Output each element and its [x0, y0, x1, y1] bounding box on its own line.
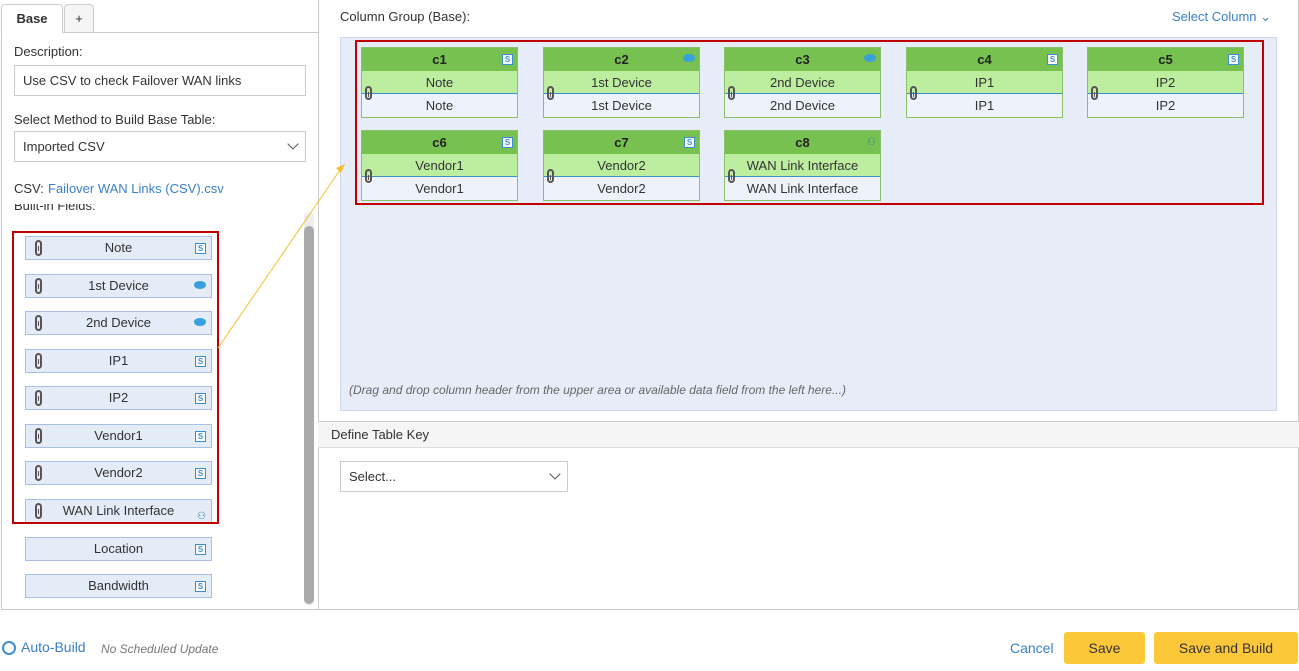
tab-add[interactable]: + — [64, 4, 94, 33]
description-label: Description: — [14, 44, 83, 59]
chevron-down-icon — [287, 138, 299, 150]
schedule-status: No Scheduled Update — [101, 642, 219, 656]
csv-file-link[interactable]: Failover WAN Links (CSV).csv — [48, 181, 224, 196]
cancel-button[interactable]: Cancel — [1010, 640, 1054, 656]
column-group-title: Column Group (Base): — [340, 9, 471, 24]
table-key-placeholder: Select... — [349, 469, 396, 484]
selected-fields-highlight — [12, 231, 219, 524]
builtin-fields-clip: Built-in Fields: — [14, 204, 214, 216]
builtin-fields-label: Built-in Fields: — [14, 204, 96, 213]
field-label: Location — [93, 541, 144, 556]
select-column-button[interactable]: Select Column ⌄ — [1172, 9, 1271, 25]
selected-columns-highlight — [355, 40, 1264, 205]
chevron-down-icon — [549, 468, 561, 480]
scrollbar-track[interactable] — [304, 212, 314, 606]
save-and-build-button[interactable]: Save and Build — [1154, 632, 1298, 664]
drop-hint: (Drag and drop column header from the up… — [349, 383, 846, 397]
auto-build-link[interactable]: Auto-Build — [21, 639, 86, 655]
builtin-field-item[interactable]: Bandwidth S — [25, 574, 212, 598]
description-input[interactable]: Use CSV to check Failover WAN links — [14, 65, 306, 96]
table-key-title: Define Table Key — [318, 422, 1299, 448]
method-select[interactable]: Imported CSV — [14, 131, 306, 162]
table-key-select[interactable]: Select... — [340, 461, 568, 492]
builtin-field-item[interactable]: Location S — [25, 537, 212, 561]
string-icon: S — [195, 581, 206, 592]
select-column-label: Select Column — [1172, 9, 1257, 24]
clock-icon — [2, 641, 16, 655]
string-icon: S — [195, 544, 206, 555]
scrollbar-thumb[interactable] — [304, 226, 314, 604]
save-button[interactable]: Save — [1064, 632, 1145, 664]
csv-label: CSV: — [14, 181, 44, 196]
field-label: Bandwidth — [88, 578, 149, 593]
table-key-panel — [318, 422, 1299, 610]
tab-base[interactable]: Base — [1, 4, 63, 33]
chevron-down-icon: ⌄ — [1260, 9, 1272, 24]
method-label: Select Method to Build Base Table: — [14, 112, 216, 127]
method-value: Imported CSV — [23, 139, 105, 154]
